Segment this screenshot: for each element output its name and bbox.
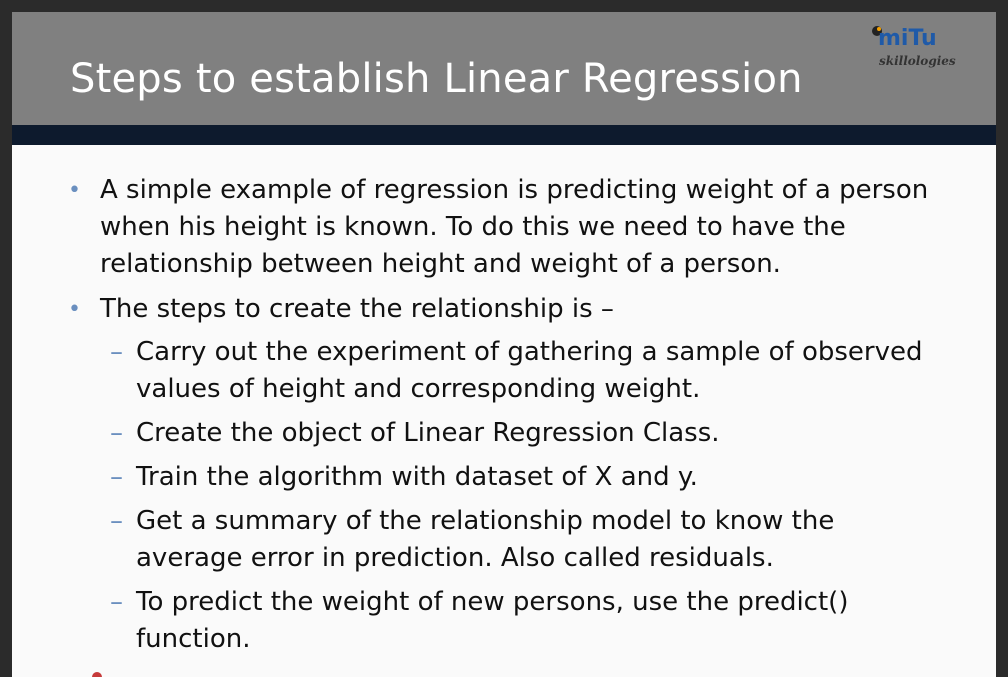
slide-title: Steps to establish Linear Regression (70, 56, 803, 102)
step-text: Train the algorithm with dataset of X an… (136, 462, 698, 492)
bullet-text: The steps to create the relationship is … (100, 294, 614, 324)
step-item: – Carry out the experiment of gathering … (12, 334, 996, 408)
step-text: Carry out the experiment of gathering a … (136, 337, 923, 404)
dash-icon: – (110, 462, 123, 492)
step-text: Get a summary of the relationship model … (136, 506, 835, 573)
dash-icon: – (110, 506, 123, 536)
dash-icon: – (110, 418, 123, 448)
brand-logo: miTu skillologies (864, 24, 974, 86)
dash-icon: – (110, 587, 123, 617)
bullet-dot-icon: • (68, 297, 81, 322)
step-item: – Get a summary of the relationship mode… (12, 503, 996, 577)
bullet-dot-icon: • (68, 178, 81, 203)
title-bar: Steps to establish Linear Regression miT… (12, 12, 996, 125)
step-item: – Train the algorithm with dataset of X … (12, 459, 996, 496)
bullet-text: A simple example of regression is predic… (100, 175, 929, 279)
dash-icon: – (110, 337, 123, 367)
logo-word: miTu (878, 26, 937, 51)
slide: Steps to establish Linear Regression miT… (12, 12, 996, 677)
bullet-item: • The steps to create the relationship i… (12, 291, 996, 328)
slide-body: • A simple example of regression is pred… (12, 172, 996, 658)
cursor-mark-icon (92, 672, 102, 677)
logo-subtitle: skillologies (879, 54, 956, 68)
step-item: – To predict the weight of new persons, … (12, 584, 996, 658)
step-item: – Create the object of Linear Regression… (12, 415, 996, 452)
bullet-item: • A simple example of regression is pred… (12, 172, 996, 283)
title-accent-bar (12, 125, 996, 145)
step-text: To predict the weight of new persons, us… (136, 587, 849, 654)
step-text: Create the object of Linear Regression C… (136, 418, 720, 448)
